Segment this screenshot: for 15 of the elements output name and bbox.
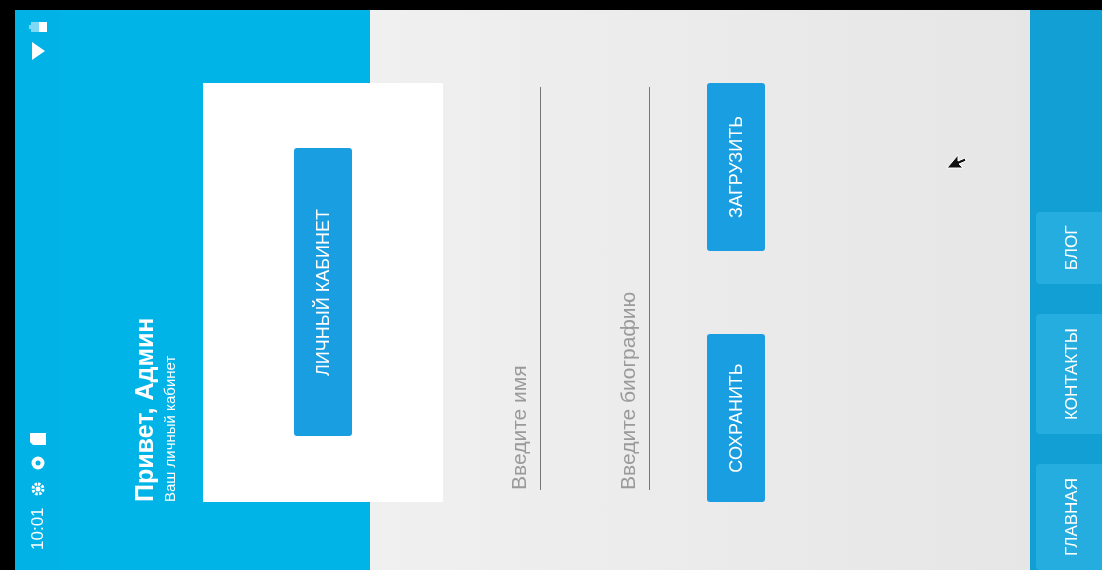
- gear-icon: [29, 481, 46, 498]
- circle-icon: [29, 455, 46, 472]
- status-time: 10:01: [27, 507, 48, 550]
- account-button[interactable]: ЛИЧНЫЙ КАБИНЕТ: [294, 148, 352, 437]
- greeting-title: Привет, Админ: [130, 317, 159, 502]
- nav-button[interactable]: ГЛАВНАЯ: [1036, 464, 1102, 570]
- nav-button[interactable]: КОНТАКТЫ: [1036, 314, 1102, 434]
- input-field[interactable]: Введите имя: [498, 87, 541, 490]
- upload-button[interactable]: ЗАГРУЗИТЬ: [707, 83, 765, 251]
- nav-button[interactable]: БЛОГ: [1036, 211, 1102, 285]
- save-button[interactable]: СОХРАНИТЬ: [707, 334, 765, 502]
- sd-card-icon: [29, 433, 46, 446]
- battery-icon: [28, 22, 47, 32]
- greeting-subtitle: Ваш личный кабинет: [161, 355, 178, 502]
- input-field[interactable]: Введите биографию: [607, 87, 650, 490]
